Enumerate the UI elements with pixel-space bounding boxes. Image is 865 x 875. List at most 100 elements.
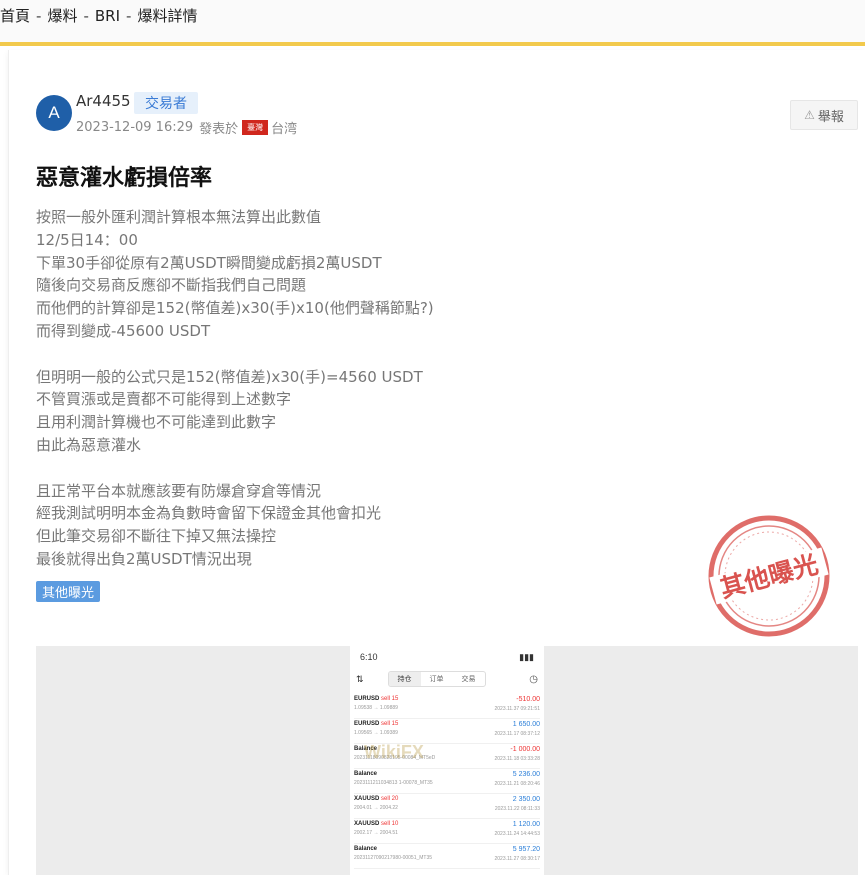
history-date: 2023.11.21 08:20:46 xyxy=(494,781,540,787)
content-line: 且用利潤計算機也不可能達到此數字 xyxy=(36,413,277,432)
content-line: 隨後向交易商反應卻不斷指我們自己問題 xyxy=(36,276,307,295)
history-row-left: XAUUSD sell 20 2004.01 → 2004.22 xyxy=(354,796,398,818)
history-amount: 5 957.20 xyxy=(512,846,540,853)
history-row-right: 5 957.20 2023.11.27 08:30:17 xyxy=(494,846,540,868)
history-symbol: XAUUSD xyxy=(354,796,380,802)
history-side: sell 15 xyxy=(381,696,399,702)
breadcrumb-section[interactable]: 爆料 xyxy=(47,7,77,25)
post-title: 惡意灌水虧損倍率 xyxy=(36,166,213,191)
history-row-right: 1 120.00 2023.11.24 14:44:53 xyxy=(494,821,540,843)
history-symbol: EURUSD xyxy=(354,721,380,727)
breadcrumb-separator: - xyxy=(126,7,132,25)
history-symbol: EURUSD xyxy=(354,696,380,702)
history-clock-icon: ◷ xyxy=(529,673,538,685)
posted-from-label: 發表於 xyxy=(199,122,239,137)
content-line: 且正常平台本就應該要有防爆倉穿倉等情況 xyxy=(36,481,322,500)
history-row-left: EURUSD sell 15 1.09565 → 1.09389 xyxy=(354,721,398,743)
post-meta: 2023-12-09 16:29 發表於 臺灣 台湾 xyxy=(76,118,297,137)
history-side: sell 15 xyxy=(381,721,399,727)
history-detail: 2002.17 → 2004.51 xyxy=(354,830,398,836)
history-detail: 2023111211034813 1-00078_MT35 xyxy=(354,780,433,786)
history-row: Balance 20231127090217980-00051_MT35 5 95… xyxy=(354,844,540,869)
breadcrumb-broker[interactable]: BRI xyxy=(95,7,120,25)
history-amount: 1 650.00 xyxy=(512,721,540,728)
history-row-left: Balance 2023111211034813 1-00078_MT35 xyxy=(354,771,433,793)
exposure-stamp-icon: 其他曝光 xyxy=(708,515,830,637)
history-row-right: 5 236.00 2023.11.21 08:20:46 xyxy=(494,771,540,793)
history-symbol: XAUUSD xyxy=(354,821,380,827)
phone-tabs: 持仓 订单 交易 xyxy=(387,671,486,687)
region-flag-icon: 臺灣 xyxy=(242,120,269,135)
content-line xyxy=(36,457,596,480)
history-row: EURUSD sell 15 1.09538 → 1.09889 -510.00 20… xyxy=(354,694,540,719)
history-date: 2023.11.27 08:30:17 xyxy=(494,856,540,862)
history-date: 2023.11.24 14:44:53 xyxy=(494,831,540,837)
content-line: 經我測試明明本金為負數時會留下保證金其他會扣光 xyxy=(36,504,382,523)
history-amount: -1 000.00 xyxy=(510,746,540,753)
content-line: 而他們的計算卻是152(幣值差)x30(手)x10(他們聲稱節點?) xyxy=(36,299,434,318)
content-line xyxy=(36,343,596,366)
avatar[interactable]: A xyxy=(36,95,72,131)
category-tag[interactable]: 其他曝光 xyxy=(36,581,101,602)
history-symbol: Balance xyxy=(354,846,378,852)
history-row-right: 1 650.00 2023.11.17 08:37:12 xyxy=(494,721,540,743)
post-region: 台湾 xyxy=(271,122,298,137)
content-line: 由此為惡意灌水 xyxy=(36,435,142,454)
content-line: 但明明一般的公式只是152(幣值差)x30(手)=4560 USDT xyxy=(36,367,423,386)
history-date: 2023.11.18 03:33:28 xyxy=(494,756,540,762)
history-detail: 1.09538 → 1.09889 xyxy=(354,705,398,711)
role-badge: 交易者 xyxy=(134,92,198,114)
post-datetime: 2023-12-09 16:29 xyxy=(76,120,194,135)
history-row-right: -510.00 2023.11.37 09:21:51 xyxy=(494,696,540,718)
content-line: 最後就得出負2萬USDT情況出現 xyxy=(36,549,252,568)
content-line: 12/5日14：00 xyxy=(36,230,138,249)
phone-tabs-row: ⇅ 持仓 订单 交易 ◷ xyxy=(350,668,544,690)
phone-status-bar: 6:10 ▮▮▮ xyxy=(350,646,544,668)
history-detail: 1.09565 → 1.09389 xyxy=(354,730,398,736)
history-side: sell 20 xyxy=(381,796,399,802)
warning-icon: ⚠ xyxy=(804,108,815,122)
username[interactable]: Ar4455 xyxy=(76,92,131,110)
history-row-left: XAUUSD sell 10 2002.17 → 2004.51 xyxy=(354,821,398,843)
content-line: 不管買漲或是賣都不可能得到上述數字 xyxy=(36,390,292,409)
breadcrumb-separator: - xyxy=(36,7,42,25)
content-line: 但此筆交易卻不斷往下掉又無法操控 xyxy=(36,527,277,546)
history-date: 2023.11.17 08:37:12 xyxy=(494,731,540,737)
history-detail: 2004.01 → 2004.22 xyxy=(354,805,398,811)
phone-tab: 订单 xyxy=(429,676,444,683)
report-button[interactable]: ⚠ 舉報 xyxy=(790,100,858,130)
history-row-left: EURUSD sell 15 1.09538 → 1.09889 xyxy=(354,696,398,718)
history-amount: 2 350.00 xyxy=(512,796,540,803)
history-row: XAUUSD sell 20 2004.01 → 2004.22 2 350.00 2… xyxy=(354,794,540,819)
phone-history-list: EURUSD sell 15 1.09538 → 1.09889 -510.00 20… xyxy=(350,690,544,869)
history-amount: -510.00 xyxy=(516,696,540,703)
content-line: 而得到變成-45600 USDT xyxy=(36,321,211,340)
history-date: 2023.11.22 08:11:33 xyxy=(494,806,540,812)
breadcrumb: 首頁 - 爆料 - BRI - 爆料詳情 xyxy=(0,0,865,46)
phone-tab: 交易 xyxy=(461,676,476,683)
breadcrumb-current: 爆料詳情 xyxy=(137,7,198,25)
attachment-screenshot[interactable]: 6:10 ▮▮▮ ⇅ 持仓 订单 交易 ◷ EURUSD sell 15 1.09… xyxy=(350,646,544,875)
history-date: 2023.11.37 09:21:51 xyxy=(494,706,540,712)
phone-signal-icon: ▮▮▮ xyxy=(519,651,534,662)
breadcrumb-separator: - xyxy=(83,7,89,25)
history-row-right: 2 350.00 2023.11.22 08:11:33 xyxy=(495,796,540,818)
breadcrumb-home[interactable]: 首頁 xyxy=(0,7,30,25)
stamp-text: 其他曝光 xyxy=(717,550,821,604)
phone-time: 6:10 xyxy=(360,652,378,662)
content-line: 按照一般外匯利潤計算根本無法算出此數值 xyxy=(36,208,322,226)
post-content: 按照一般外匯利潤計算根本無法算出此數值 12/5日14：00 下單30手卻從原有… xyxy=(36,206,596,571)
history-row-left: Balance 20231127090217980-00051_MT35 xyxy=(354,846,432,868)
history-amount: 5 236.00 xyxy=(512,771,540,778)
history-detail: 20231127090217980-00051_MT35 xyxy=(354,855,433,861)
report-label: 舉報 xyxy=(817,109,844,125)
history-row: XAUUSD sell 10 2002.17 → 2004.51 1 120.00 2… xyxy=(354,819,540,844)
phone-tab: 持仓 xyxy=(388,672,421,686)
content-line: 下單30手卻從原有2萬USDT瞬間變成虧損2萬USDT xyxy=(36,253,382,272)
watermark-logo: WikiFX xyxy=(364,742,424,762)
history-symbol: Balance xyxy=(354,771,378,777)
history-row: Balance 2023111211034813 1-00078_MT35 5 2… xyxy=(354,769,540,794)
history-row-right: -1 000.00 2023.11.18 03:33:28 xyxy=(494,746,540,768)
history-amount: 1 120.00 xyxy=(512,821,540,828)
sort-icon: ⇅ xyxy=(356,673,364,684)
